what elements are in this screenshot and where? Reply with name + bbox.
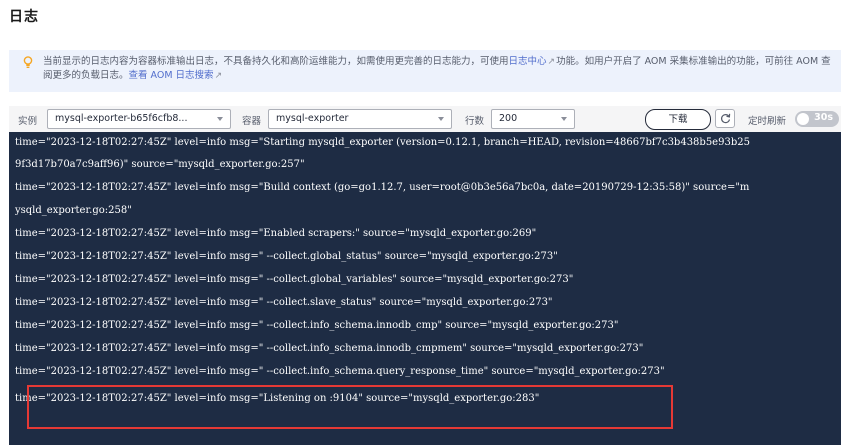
log-line: time="2023-12-18T02:27:45Z" level=info m… <box>15 251 558 262</box>
lightbulb-icon <box>23 56 33 68</box>
page-title: 日志 <box>9 9 39 25</box>
aom-log-search-link[interactable]: 查看 AOM 日志搜索 <box>129 70 214 81</box>
refresh-icon <box>721 113 731 124</box>
instance-label: 实例 <box>18 116 38 127</box>
refresh-button[interactable] <box>715 109 735 128</box>
log-line: time="2023-12-18T02:27:45Z" level=info m… <box>15 137 750 148</box>
log-line: time="2023-12-18T02:27:45Z" level=info m… <box>15 320 619 331</box>
external-link-icon: ↗ <box>547 57 556 67</box>
rows-label: 行数 <box>465 116 485 127</box>
info-notice: 当前显示的日志内容为容器标准输出日志，不具备持久化和高阶运维能力，如需使用更完善… <box>9 50 841 92</box>
toggle-knob <box>797 113 809 125</box>
container-value: mysql-exporter <box>276 113 349 124</box>
highlight-box <box>27 385 673 429</box>
instance-select[interactable]: mysql-exporter-b65f6cfb8... <box>47 109 231 129</box>
chevron-down-icon <box>217 117 223 121</box>
notice-text: 当前显示的日志内容为容器标准输出日志，不具备持久化和高阶运维能力，如需使用更完善… <box>43 56 509 67</box>
log-line: time="2023-12-18T02:27:45Z" level=info m… <box>15 343 644 354</box>
log-line: time="2023-12-18T02:27:45Z" level=info m… <box>15 274 574 285</box>
log-center-link[interactable]: 日志中心 <box>509 56 547 67</box>
log-console[interactable]: time="2023-12-18T02:27:45Z" level=info m… <box>9 132 841 445</box>
log-line: time="2023-12-18T02:27:45Z" level=info m… <box>15 366 665 377</box>
auto-refresh-label: 定时刷新 <box>748 116 787 127</box>
chevron-down-icon <box>438 117 444 121</box>
log-line: 9f3d17b70a7c9aff96)" source="mysqld_expo… <box>15 159 305 170</box>
log-line: time="2023-12-18T02:27:45Z" level=info m… <box>15 182 750 193</box>
rows-select[interactable]: 200 <box>491 109 575 129</box>
rows-value: 200 <box>499 113 518 124</box>
container-select[interactable]: mysql-exporter <box>268 109 452 129</box>
refresh-interval: 30s <box>814 112 833 123</box>
download-button[interactable]: 下载 <box>645 109 711 130</box>
instance-value: mysql-exporter-b65f6cfb8... <box>55 113 188 124</box>
external-link-icon: ↗ <box>214 71 223 81</box>
auto-refresh-toggle[interactable]: 30s <box>795 111 839 127</box>
log-line: time="2023-12-18T02:27:45Z" level=info m… <box>15 228 537 239</box>
container-label: 容器 <box>242 116 262 127</box>
log-line: ysqld_exporter.go:258" <box>15 205 132 216</box>
chevron-down-icon <box>561 117 567 121</box>
log-line: time="2023-12-18T02:27:45Z" level=info m… <box>15 297 553 308</box>
log-toolbar: 实例 mysql-exporter-b65f6cfb8... 容器 mysql-… <box>9 106 841 132</box>
